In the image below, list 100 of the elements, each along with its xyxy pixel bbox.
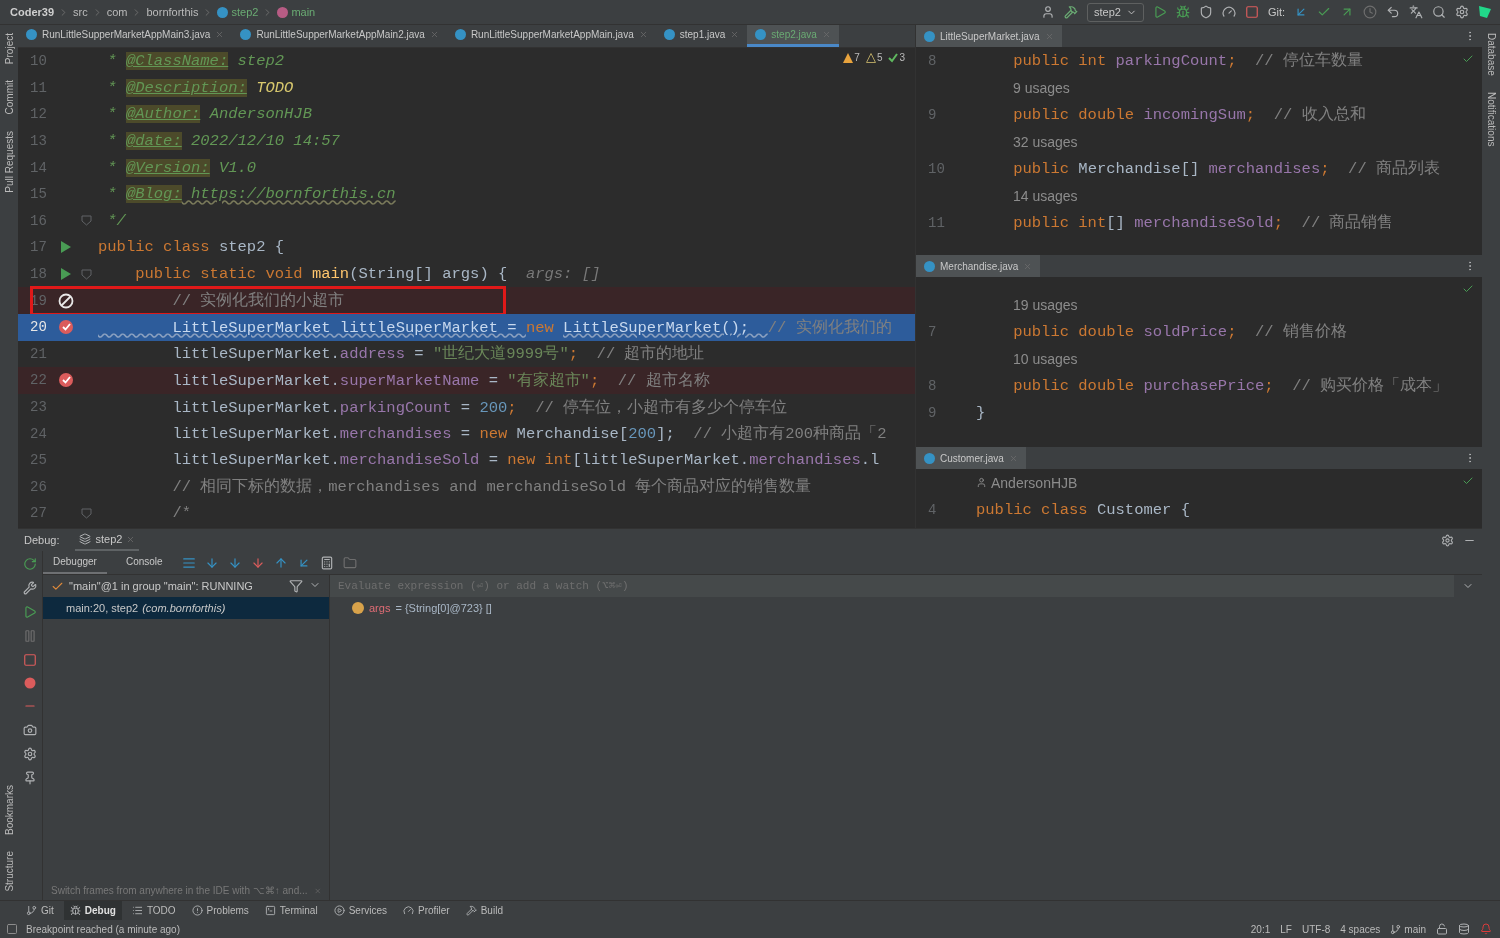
- step-out-icon[interactable]: [273, 555, 288, 570]
- tool-window-tab[interactable]: Problems: [185, 901, 255, 920]
- editor-tab[interactable]: Merchandise.java: [916, 255, 1041, 277]
- inspection-count[interactable]: 3: [888, 52, 905, 63]
- settings-icon[interactable]: [1455, 5, 1469, 19]
- pause-icon[interactable]: [23, 629, 37, 643]
- tool-window-button[interactable]: Structure: [3, 851, 15, 892]
- usages-hint[interactable]: 32 usages: [976, 133, 1078, 150]
- breadcrumb[interactable]: step2: [217, 6, 259, 18]
- muted-breakpoint-icon[interactable]: [58, 292, 74, 309]
- usages-hint[interactable]: 9 usages: [976, 79, 1070, 96]
- thread-label[interactable]: "main"@1 in group "main": RUNNING: [69, 580, 253, 592]
- close-icon[interactable]: [638, 30, 648, 39]
- layout-icon[interactable]: [6, 923, 18, 935]
- breadcrumb[interactable]: Coder39: [10, 6, 55, 18]
- debugger-view-tab[interactable]: Console: [115, 551, 173, 574]
- code-line: littleSuperMarket.parkingCount = 200; // 停车位，小超市有多少个停车位: [171, 397, 788, 418]
- run-icon[interactable]: [60, 267, 72, 282]
- tool-window-tab[interactable]: Git: [20, 901, 60, 920]
- breadcrumb[interactable]: bornforthis: [146, 6, 199, 18]
- frames-icon[interactable]: [181, 555, 196, 570]
- force-step-into-icon[interactable]: [250, 555, 265, 570]
- breakpoint-icon[interactable]: [58, 372, 74, 389]
- tool-window-button[interactable]: Database: [1485, 33, 1497, 76]
- editor-tab[interactable]: step2.java: [747, 25, 839, 47]
- step-over-icon[interactable]: [204, 555, 219, 570]
- close-icon[interactable]: [126, 534, 136, 544]
- run-icon[interactable]: [1152, 5, 1167, 19]
- tool-window-tab[interactable]: Build: [459, 901, 509, 920]
- fold-icon[interactable]: [80, 215, 92, 227]
- translate-icon[interactable]: [1409, 5, 1423, 19]
- close-icon[interactable]: [730, 30, 740, 39]
- settings-icon[interactable]: [1441, 533, 1454, 547]
- status-item[interactable]: UTF-8: [1301, 923, 1331, 935]
- problems-icon: [191, 905, 203, 916]
- editor-tab[interactable]: Customer.java: [916, 447, 1026, 469]
- settings-icon[interactable]: [23, 747, 37, 761]
- filter-icon[interactable]: [289, 579, 303, 593]
- breadcrumb[interactable]: main: [277, 6, 316, 18]
- usages-hint[interactable]: 19 usages: [976, 296, 1078, 313]
- debug-icon[interactable]: [1175, 5, 1190, 19]
- close-icon[interactable]: [215, 30, 225, 39]
- tool-window-tab[interactable]: TODO: [125, 901, 182, 920]
- debugger-view-tab[interactable]: Debugger: [43, 551, 107, 574]
- search-icon[interactable]: [1432, 5, 1446, 19]
- usages-hint[interactable]: 14 usages: [976, 187, 1078, 204]
- usages-hint[interactable]: 10 usages: [976, 350, 1078, 367]
- coverage-icon[interactable]: [1198, 5, 1213, 19]
- run-icon[interactable]: [60, 240, 72, 255]
- calculator-icon[interactable]: [319, 555, 334, 570]
- tool-window-button[interactable]: Pull Requests: [3, 130, 15, 193]
- fold-icon[interactable]: [80, 268, 92, 280]
- tool-window-button[interactable]: Project: [3, 33, 15, 65]
- profiler-icon[interactable]: [1221, 5, 1236, 19]
- tool-window-tab[interactable]: Services: [327, 901, 393, 920]
- hammer-icon[interactable]: [1063, 5, 1078, 19]
- editor-tab[interactable]: step1.java: [655, 25, 748, 47]
- tool-window-tab[interactable]: Debug: [63, 901, 122, 920]
- tool-window-tab[interactable]: Profiler: [397, 901, 456, 920]
- step-into-icon[interactable]: [227, 555, 242, 570]
- pin-icon[interactable]: [23, 771, 37, 785]
- run-config-button[interactable]: step2: [1086, 2, 1144, 22]
- fold-icon[interactable]: [80, 507, 92, 519]
- stop-icon[interactable]: [23, 653, 37, 667]
- branch-widget[interactable]: main: [1390, 923, 1426, 935]
- logo-icon[interactable]: [1478, 5, 1492, 19]
- stack-frame[interactable]: main:20, step2 (com.bornforthis): [43, 597, 329, 619]
- database-icon[interactable]: [1458, 923, 1470, 935]
- inspection-count[interactable]: 7: [843, 52, 860, 63]
- editor-tab[interactable]: RunLittleSupperMarketAppMain3.java: [18, 25, 233, 47]
- status-item[interactable]: LF: [1280, 923, 1292, 935]
- stop-icon[interactable]: [1244, 5, 1259, 19]
- editor-tab[interactable]: RunLittleSupperMarketAppMain.java: [446, 25, 656, 47]
- tool-window-button[interactable]: Bookmarks: [3, 785, 15, 836]
- rerun-icon[interactable]: [23, 557, 37, 571]
- breadcrumb[interactable]: src: [73, 6, 88, 18]
- camera-icon[interactable]: [23, 723, 37, 737]
- breakpoints-icon[interactable]: [24, 677, 36, 689]
- user-icon[interactable]: [1040, 5, 1055, 19]
- notification-icon[interactable]: [1480, 923, 1492, 935]
- person-icon: [976, 477, 987, 488]
- history-icon[interactable]: [1363, 5, 1377, 19]
- undo-icon[interactable]: [1386, 5, 1400, 19]
- editor-tab[interactable]: RunLittleSupperMarketAppMain2.java: [232, 25, 447, 47]
- breadcrumb[interactable]: com: [106, 6, 128, 18]
- editor-tab[interactable]: LittleSuperMarket.java: [916, 25, 1062, 47]
- author-hint[interactable]: AndersonHJB: [976, 474, 1078, 491]
- wrench-icon[interactable]: [23, 581, 37, 595]
- status-item[interactable]: 4 spaces: [1340, 923, 1381, 935]
- session-tab[interactable]: step2: [75, 529, 140, 551]
- inspection-count[interactable]: 5: [865, 52, 883, 63]
- resume-icon[interactable]: [23, 605, 37, 619]
- tool-window-button[interactable]: Notifications: [1485, 91, 1497, 147]
- close-icon[interactable]: [429, 30, 439, 39]
- tool-window-tab[interactable]: Terminal: [258, 901, 324, 920]
- status-item[interactable]: 20:1: [1250, 923, 1271, 935]
- breakpoint-icon[interactable]: [58, 319, 74, 336]
- tool-window-button[interactable]: Commit: [3, 80, 15, 115]
- commit-icon[interactable]: [1317, 5, 1331, 19]
- lock-icon[interactable]: [1436, 923, 1448, 935]
